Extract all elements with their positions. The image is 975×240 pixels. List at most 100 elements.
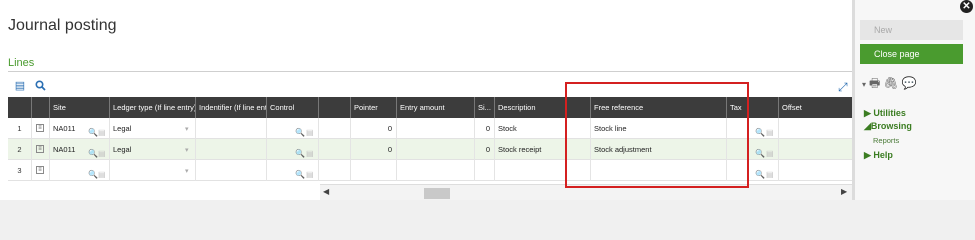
table-row[interactable]: 1 ≡ NA011 🔍 ▤ Legal ▾ 🔍 ▤ 0 0 Stock Stock li…: [8, 118, 852, 139]
table-row[interactable]: 3 ≡ 🔍 ▤ ▾ 🔍 ▤ 🔍 ▤: [8, 160, 852, 181]
row-detail-icon[interactable]: ≡: [36, 145, 44, 153]
pointer-cell[interactable]: [351, 160, 397, 181]
free-reference-cell[interactable]: Stock adjustment: [591, 139, 727, 160]
free-reference-cell[interactable]: Stock line: [591, 118, 727, 139]
description-cell[interactable]: Stock: [495, 118, 591, 139]
select-list-icon[interactable]: ▤: [98, 164, 106, 181]
grid-header-control[interactable]: Control: [267, 97, 319, 118]
grid-header-select: [32, 97, 50, 118]
lookup-icon[interactable]: 🔍: [295, 122, 305, 139]
attachment-icon[interactable]: 🖇: [883, 76, 898, 90]
expand-icon[interactable]: ⤢: [838, 80, 848, 95]
lookup-icon[interactable]: 🔍: [295, 164, 305, 181]
entry-amount-cell[interactable]: [397, 118, 475, 139]
select-list-icon[interactable]: ▤: [766, 143, 774, 160]
menu-utilities[interactable]: ▶ Utilities: [864, 108, 906, 119]
control-cell[interactable]: 🔍 ▤: [267, 160, 319, 181]
scrollbar-thumb[interactable]: [424, 188, 450, 199]
grid-header-description[interactable]: Description: [495, 97, 591, 118]
tax-cell[interactable]: 🔍 ▤: [727, 139, 779, 160]
grid-header-pointer[interactable]: Pointer: [351, 97, 397, 118]
row-number: 3: [8, 160, 32, 181]
tax-cell[interactable]: 🔍 ▤: [727, 118, 779, 139]
grid-header-free-reference[interactable]: Free reference: [591, 97, 727, 118]
row-detail-icon[interactable]: ≡: [36, 124, 44, 132]
select-list-icon[interactable]: ▤: [98, 122, 106, 139]
chevron-down-icon[interactable]: ▾: [185, 119, 189, 139]
row-select-cell[interactable]: ≡: [32, 118, 50, 139]
close-page-button[interactable]: Close page: [860, 44, 963, 64]
grid-header-ledger-type[interactable]: Ledger type (If line entry): [110, 97, 196, 118]
row-select-cell[interactable]: ≡: [32, 160, 50, 181]
pointer-cell[interactable]: 0: [351, 139, 397, 160]
journal-posting-window: Journal posting Lines ▤ ⤢ Site Ledger ty…: [0, 0, 975, 200]
select-list-icon[interactable]: ▤: [766, 164, 774, 181]
lookup-icon[interactable]: 🔍: [295, 143, 305, 160]
pointer-cell[interactable]: 0: [351, 118, 397, 139]
grid-header-site[interactable]: Site: [50, 97, 110, 118]
list-icon[interactable]: ▤: [14, 80, 26, 92]
section-label-lines[interactable]: Lines: [8, 57, 34, 69]
control-cell[interactable]: 🔍 ▤: [267, 118, 319, 139]
site-value: NA011: [53, 124, 76, 133]
menu-reports[interactable]: Reports: [873, 136, 899, 145]
row-detail-icon[interactable]: ≡: [36, 166, 44, 174]
table-row[interactable]: 2 ≡ NA011 🔍 ▤ Legal ▾ 🔍 ▤ 0 0 Stock receipt …: [8, 139, 852, 160]
si-cell[interactable]: 0: [475, 118, 495, 139]
select-list-icon[interactable]: ▤: [766, 122, 774, 139]
menu-browsing[interactable]: ◢Browsing: [864, 121, 912, 132]
scroll-right-icon[interactable]: ▶: [841, 187, 847, 196]
select-list-icon[interactable]: ▤: [306, 143, 314, 160]
dropdown-arrow-icon[interactable]: ▾: [862, 80, 866, 89]
identifier-cell[interactable]: [196, 118, 267, 139]
new-button[interactable]: New: [860, 20, 963, 40]
offset-cell[interactable]: [779, 118, 852, 139]
entry-amount-cell[interactable]: [397, 139, 475, 160]
offset-cell[interactable]: [779, 139, 852, 160]
main-panel: Journal posting Lines ▤ ⤢ Site Ledger ty…: [0, 0, 852, 200]
print-icon[interactable]: 🖶: [869, 76, 880, 90]
identifier-cell[interactable]: [196, 139, 267, 160]
lookup-icon[interactable]: 🔍: [88, 143, 98, 160]
ledger-type-cell[interactable]: ▾: [110, 160, 196, 181]
entry-amount-cell[interactable]: [397, 160, 475, 181]
select-list-icon[interactable]: ▤: [306, 164, 314, 181]
grid-header-si[interactable]: Si...: [475, 97, 495, 118]
menu-help[interactable]: ▶ Help: [864, 150, 893, 161]
blank-cell: [319, 139, 351, 160]
grid-header-offset[interactable]: Offset: [779, 97, 852, 118]
ledger-type-cell[interactable]: Legal ▾: [110, 139, 196, 160]
site-cell[interactable]: 🔍 ▤: [50, 160, 110, 181]
select-list-icon[interactable]: ▤: [306, 122, 314, 139]
chevron-down-icon[interactable]: ▾: [185, 161, 189, 181]
lookup-icon[interactable]: 🔍: [755, 164, 765, 181]
menu-help-label: Help: [873, 150, 893, 160]
grid-header-entry-amount[interactable]: Entry amount: [397, 97, 475, 118]
lookup-icon[interactable]: 🔍: [755, 143, 765, 160]
description-cell[interactable]: Stock receipt: [495, 139, 591, 160]
grid-header-identifier[interactable]: Indentifier (If line entr...: [196, 97, 267, 118]
si-cell[interactable]: 0: [475, 139, 495, 160]
description-cell[interactable]: [495, 160, 591, 181]
row-select-cell[interactable]: ≡: [32, 139, 50, 160]
lookup-icon[interactable]: 🔍: [755, 122, 765, 139]
search-icon[interactable]: [34, 80, 46, 92]
ledger-type-cell[interactable]: Legal ▾: [110, 118, 196, 139]
grid-header-tax[interactable]: Tax: [727, 97, 779, 118]
close-icon[interactable]: ✕: [960, 0, 973, 13]
offset-cell[interactable]: [779, 160, 852, 181]
identifier-cell[interactable]: [196, 160, 267, 181]
free-reference-cell[interactable]: [591, 160, 727, 181]
lookup-icon[interactable]: 🔍: [88, 122, 98, 139]
scroll-left-icon[interactable]: ◀: [323, 187, 329, 196]
site-cell[interactable]: NA011 🔍 ▤: [50, 139, 110, 160]
horizontal-scrollbar[interactable]: ◀ ▶: [320, 184, 852, 200]
comment-icon[interactable]: 💬: [902, 76, 917, 90]
chevron-down-icon[interactable]: ▾: [185, 140, 189, 160]
control-cell[interactable]: 🔍 ▤: [267, 139, 319, 160]
si-cell[interactable]: [475, 160, 495, 181]
site-cell[interactable]: NA011 🔍 ▤: [50, 118, 110, 139]
tax-cell[interactable]: 🔍 ▤: [727, 160, 779, 181]
lookup-icon[interactable]: 🔍: [88, 164, 98, 181]
select-list-icon[interactable]: ▤: [98, 143, 106, 160]
